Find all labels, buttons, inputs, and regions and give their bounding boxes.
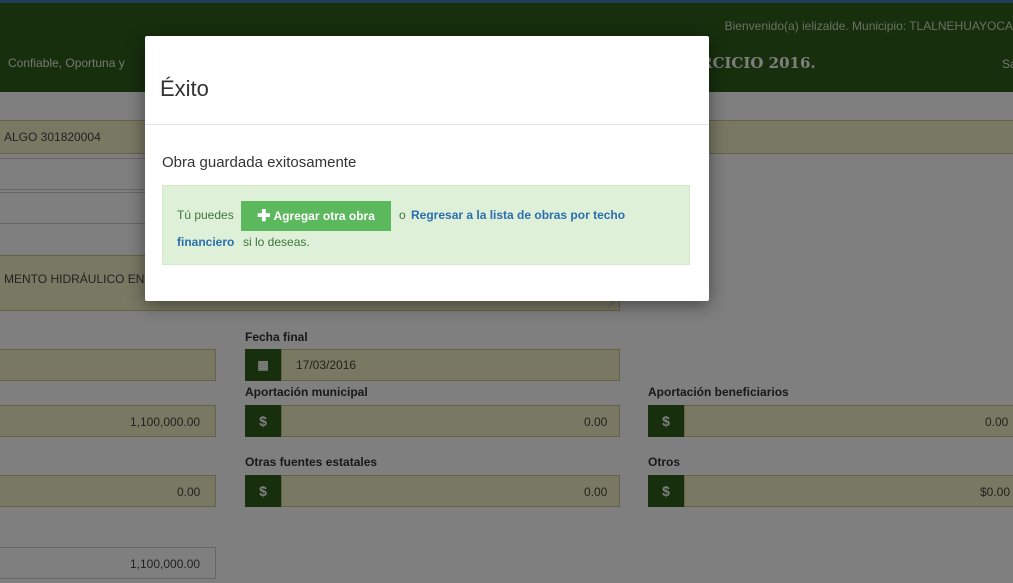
return-list-link[interactable]: Regresar a la lista de obras por techo [411,208,625,222]
plus-icon: ✚ [257,208,271,225]
success-modal: Éxito Obra guardada exitosamente Tú pued… [145,36,709,301]
modal-title: Éxito [160,76,209,101]
add-obra-label: Agregar otra obra [273,209,375,223]
return-list-link-cont[interactable]: financiero [177,235,234,249]
alert-prefix: Tú puedes [177,208,234,222]
success-alert: Tú puedes ✚ Agregar otra obra o Regresar… [162,185,690,265]
alert-suffix: si lo deseas. [243,235,310,249]
modal-divider [145,124,709,125]
alert-middle: o [399,208,406,222]
add-obra-button[interactable]: ✚ Agregar otra obra [241,201,391,231]
modal-message: Obra guardada exitosamente [162,154,357,171]
